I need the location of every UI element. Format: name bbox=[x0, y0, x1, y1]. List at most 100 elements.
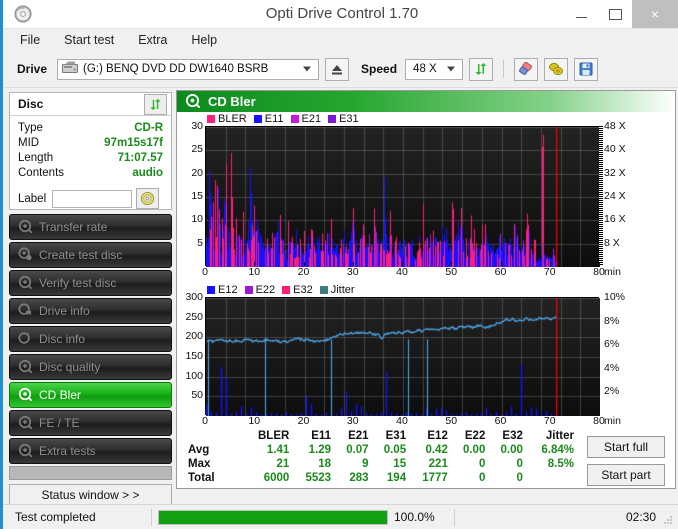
start-part-button[interactable]: Start part bbox=[587, 464, 665, 486]
stats-table: BLER E11 E21 E31 E12 E22 E32 Jitter Avg bbox=[180, 429, 580, 485]
x-tick-label: 20 bbox=[297, 266, 310, 278]
eraser-button[interactable] bbox=[514, 57, 539, 81]
speed-value: 48 X bbox=[413, 63, 437, 75]
disc-info-panel: Disc Type CD-R MID 97m15s17f Length 71:0… bbox=[9, 92, 172, 210]
stats-cell: 0.05 bbox=[383, 444, 407, 456]
drive-icon bbox=[62, 61, 79, 77]
stats-cell: 18 bbox=[318, 458, 332, 470]
eject-button[interactable] bbox=[325, 57, 350, 81]
right-tick-label: 6% bbox=[604, 338, 620, 351]
stats-col-e12: E12 bbox=[427, 430, 448, 442]
chevron-down-icon bbox=[447, 66, 456, 72]
disc-label-button[interactable] bbox=[136, 188, 160, 209]
sidebar-spacer bbox=[9, 466, 172, 480]
right-tick-label: 4% bbox=[604, 361, 620, 374]
start-full-button[interactable]: Start full bbox=[587, 436, 665, 458]
coins-button[interactable] bbox=[544, 57, 569, 81]
disc-scan-icon bbox=[18, 219, 33, 236]
legend-label: E11 bbox=[264, 113, 284, 125]
resize-grip[interactable] bbox=[662, 514, 674, 526]
sidebar-item-drive-info[interactable]: Drive info bbox=[9, 298, 172, 324]
disc-scan-icon bbox=[18, 415, 33, 432]
jitter-x-axis: 0 10 20 30 40 50 60 70 80 bbox=[202, 411, 605, 429]
menu-extra[interactable]: Extra bbox=[135, 31, 170, 49]
sidebar-item-disc-info[interactable]: i Disc info bbox=[9, 326, 172, 352]
disc-panel-header: Disc bbox=[10, 93, 171, 116]
y-tick-label: 50 bbox=[191, 389, 203, 402]
disc-create-icon bbox=[18, 246, 32, 264]
jitter-x-unit: min bbox=[604, 415, 621, 427]
stats-cell: 6000 bbox=[263, 472, 290, 484]
sidebar-item-extra-tests[interactable]: Extra tests bbox=[9, 438, 172, 464]
close-button[interactable]: × bbox=[632, 0, 678, 28]
disc-rows: Type CD-R MID 97m15s17f Length 71:07.57 … bbox=[10, 116, 171, 185]
status-window-button[interactable]: Status window > > bbox=[9, 484, 172, 505]
disc-refresh-button[interactable] bbox=[144, 93, 167, 115]
stats-cell: 0 bbox=[516, 472, 523, 484]
jitter-plot[interactable] bbox=[205, 297, 600, 416]
y-tick-label: 10 bbox=[191, 213, 203, 226]
panel-banner: CD Bler bbox=[177, 91, 675, 112]
right-tick-label: 24 X bbox=[604, 190, 626, 202]
disc-label-input[interactable] bbox=[52, 189, 133, 208]
speed-select[interactable]: 48 X bbox=[405, 58, 464, 80]
menu-start-test[interactable]: Start test bbox=[61, 31, 117, 49]
legend-item-e32: E32 bbox=[282, 284, 313, 296]
sidebar: Disc Type CD-R MID 97m15s17f Length 71:0… bbox=[9, 92, 172, 505]
app-window: Opti Drive Control 1.70 × File Start tes… bbox=[0, 0, 678, 529]
stats-corner bbox=[180, 429, 246, 443]
legend-label: E12 bbox=[218, 284, 238, 296]
sidebar-item-cd-bler[interactable]: CD Bler bbox=[9, 382, 172, 408]
save-button[interactable] bbox=[574, 57, 599, 81]
sidebar-item-verify-test-disc[interactable]: Verify test disc bbox=[9, 270, 172, 296]
sidebar-item-disc-quality[interactable]: Disc quality bbox=[9, 354, 172, 380]
progress-fill bbox=[159, 510, 387, 524]
refresh-button[interactable] bbox=[469, 57, 494, 81]
minimize-button[interactable] bbox=[564, 0, 598, 28]
stats-cell: 6.84% bbox=[541, 444, 574, 456]
x-tick-label: 0 bbox=[202, 266, 208, 278]
sidebar-item-label: FE / TE bbox=[39, 416, 80, 430]
status-divider bbox=[454, 508, 455, 526]
stats-cell: 8.5% bbox=[547, 458, 574, 470]
drive-value: (G:) BENQ DVD DD DW1640 BSRB bbox=[83, 63, 269, 75]
disc-quality-icon bbox=[18, 359, 33, 376]
stats-cell: 0.00 bbox=[500, 444, 523, 456]
disc-panel-title: Disc bbox=[18, 97, 44, 111]
stats-cell: 0.07 bbox=[346, 444, 369, 456]
x-tick-label: 30 bbox=[346, 266, 359, 278]
right-tick-label: 16 X bbox=[604, 213, 626, 226]
y-tick-label: 100 bbox=[185, 369, 203, 382]
stats-cell: 5523 bbox=[305, 472, 332, 484]
drive-select[interactable]: (G:) BENQ DVD DD DW1640 BSRB bbox=[57, 58, 320, 80]
disc-scan-icon bbox=[18, 443, 33, 460]
y-tick-label: 5 bbox=[197, 236, 203, 249]
disc-verify-icon bbox=[18, 275, 33, 292]
content-area: Disc Type CD-R MID 97m15s17f Length 71:0… bbox=[3, 88, 678, 505]
table-row: Max 21 18 9 15 221 0 0 8.5% bbox=[180, 457, 580, 471]
disc-row-mid: MID 97m15s17f bbox=[18, 135, 163, 150]
right-tick-label: 10% bbox=[604, 291, 626, 303]
jitter-percent-axis: 2% 4% 6% 8% 10% bbox=[599, 291, 641, 415]
x-tick-label: 10 bbox=[248, 266, 261, 278]
menu-help[interactable]: Help bbox=[188, 31, 220, 49]
chevron-down-icon bbox=[303, 66, 312, 72]
legend-item-e21: E21 bbox=[290, 113, 321, 125]
sidebar-item-create-test-disc[interactable]: Create test disc bbox=[9, 242, 172, 268]
table-row: Total 6000 5523 283 194 1777 0 0 bbox=[180, 471, 580, 485]
stats-cell: 15 bbox=[393, 458, 407, 470]
drive-label: Drive bbox=[17, 62, 48, 76]
x-tick-label: 80 bbox=[593, 415, 605, 427]
right-tick-label: 8% bbox=[604, 314, 620, 327]
sidebar-item-transfer-rate[interactable]: Transfer rate bbox=[9, 214, 172, 240]
y-tick-label: 20 bbox=[191, 166, 203, 179]
legend-label: BLER bbox=[218, 113, 247, 125]
maximize-button[interactable] bbox=[598, 0, 632, 28]
sidebar-item-fe-te[interactable]: FE / TE bbox=[9, 410, 172, 436]
bler-plot[interactable] bbox=[205, 126, 600, 267]
x-tick-label: 0 bbox=[202, 415, 208, 427]
legend-item-jitter: Jitter bbox=[319, 284, 355, 296]
menu-file[interactable]: File bbox=[17, 31, 43, 49]
disc-row-value: 97m15s17f bbox=[104, 136, 163, 149]
stats-cell: 0.00 bbox=[462, 444, 486, 456]
